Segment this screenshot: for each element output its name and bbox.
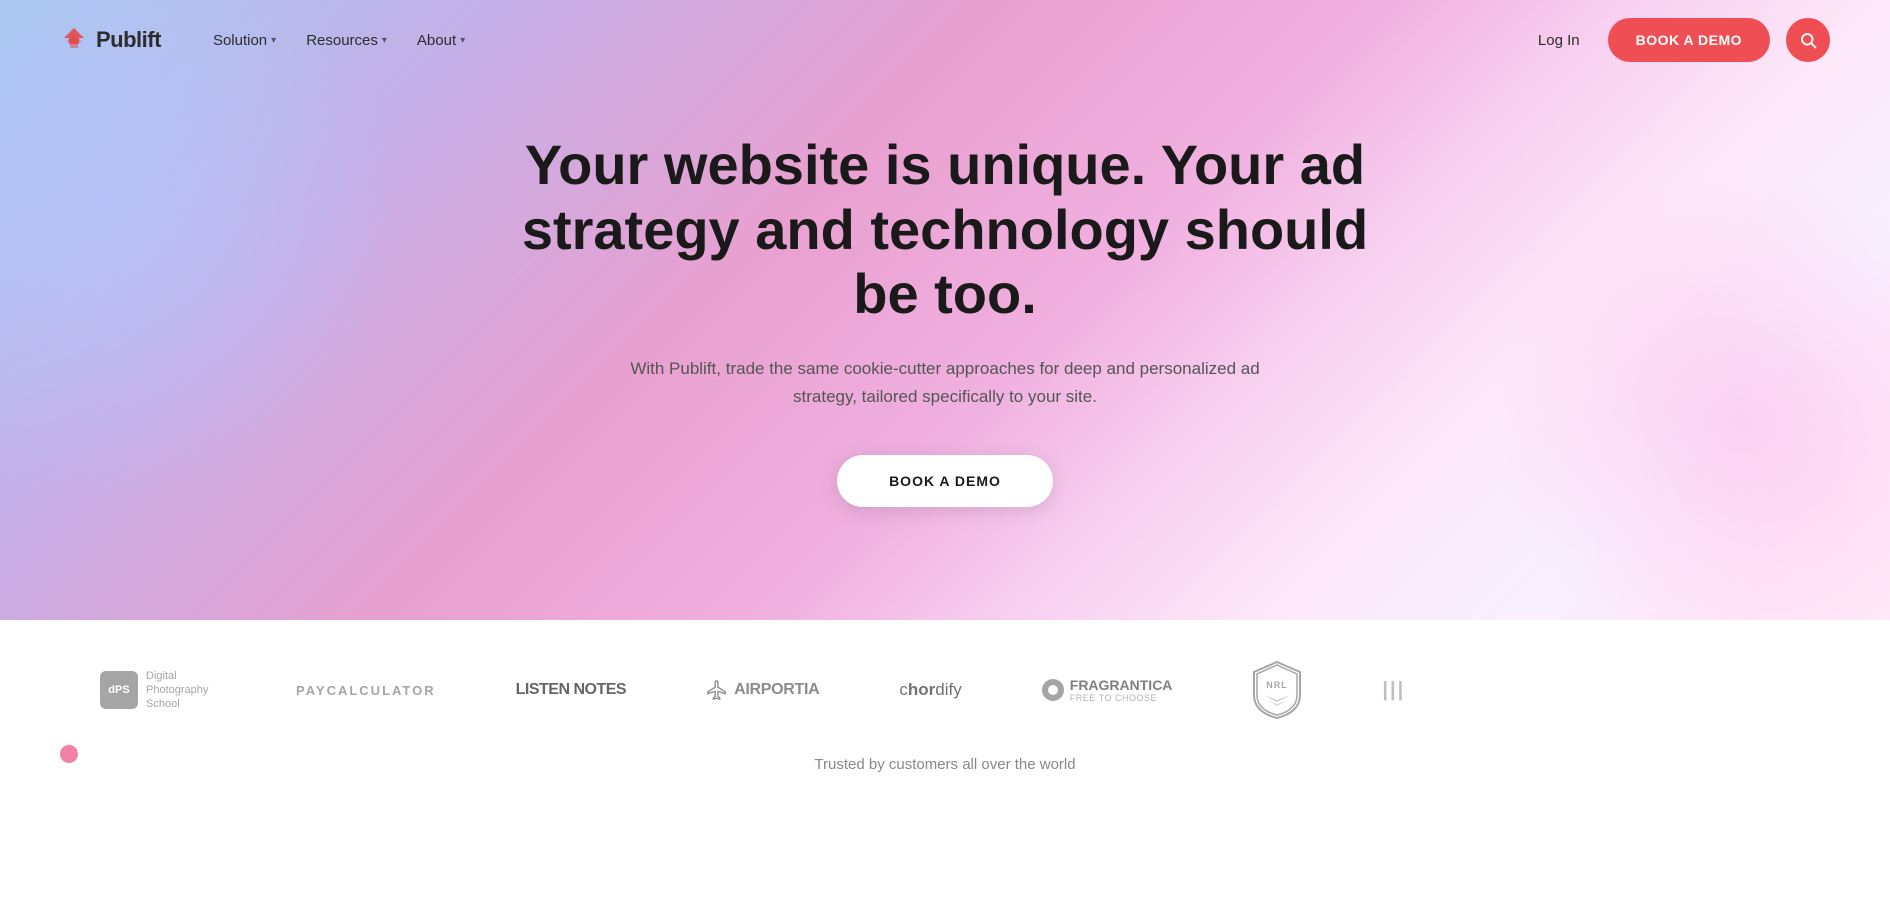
fragrantica-name: FRAGRANTICA	[1070, 677, 1173, 693]
nav-right: Log In BOOK A DEMO	[1526, 18, 1830, 62]
logo-airportia: AIRPORTIA	[666, 679, 859, 701]
logo-listennotes: LISTEN NOTES	[476, 681, 666, 699]
logo-link[interactable]: Publift	[60, 26, 161, 54]
listennotes-text: LISTEN NOTES	[516, 681, 626, 699]
publift-logo-icon	[60, 26, 88, 54]
dps-label: Digital Photography School	[146, 669, 216, 712]
paycalculator-text: PAYCALCULATOR	[296, 683, 436, 698]
fragrantica-logo-wrap: FRAGRANTICA FREE TO CHOOSE	[1042, 677, 1173, 703]
dps-icon: dPS	[100, 671, 138, 709]
search-button[interactable]	[1786, 18, 1830, 62]
logos-strip: dPS Digital Photography School PAYCALCUL…	[0, 620, 1890, 740]
nrl-shield-icon: NRL	[1252, 660, 1302, 720]
hero-title: Your website is unique. Your ad strategy…	[495, 133, 1395, 326]
navigation: Publift Solution ▾ Resources ▾ About ▾ L…	[0, 0, 1890, 80]
bars-logo: |||	[1382, 679, 1405, 702]
brand-name: Publift	[96, 27, 161, 53]
hero-cta-button[interactable]: BOOK A DEMO	[837, 455, 1053, 507]
nav-links: Solution ▾ Resources ▾ About ▾	[201, 24, 1526, 57]
logo-nrl: NRL	[1212, 660, 1342, 720]
decorative-pink-dot	[60, 745, 78, 763]
nav-solution[interactable]: Solution ▾	[201, 24, 288, 57]
svg-text:NRL: NRL	[1267, 680, 1289, 690]
fragrantica-tagline: FREE TO CHOOSE	[1070, 693, 1173, 703]
fragrantica-circle-icon	[1042, 679, 1064, 701]
logo-dps: dPS Digital Photography School	[60, 669, 256, 712]
nav-resources[interactable]: Resources ▾	[294, 24, 399, 57]
logo-chordify: chordify	[859, 680, 1001, 700]
logo-paycalculator: PAYCALCULATOR	[256, 683, 476, 698]
airportia-text: AIRPORTIA	[734, 681, 819, 699]
chevron-down-icon: ▾	[460, 35, 465, 46]
airportia-logo-wrap: AIRPORTIA	[706, 679, 819, 701]
logo-fragrantica: FRAGRANTICA FREE TO CHOOSE	[1002, 677, 1213, 703]
search-icon	[1799, 31, 1817, 49]
trusted-text: Trusted by customers all over the world	[0, 740, 1890, 803]
hero-subtitle: With Publift, trade the same cookie-cutt…	[605, 355, 1285, 411]
logos-section: dPS Digital Photography School PAYCALCUL…	[0, 620, 1890, 813]
hero-section: Your website is unique. Your ad strategy…	[0, 0, 1890, 620]
chevron-down-icon: ▾	[382, 35, 387, 46]
chordify-text: chordify	[899, 680, 961, 700]
airportia-plane-icon	[706, 679, 728, 701]
login-link[interactable]: Log In	[1526, 24, 1592, 57]
nav-about[interactable]: About ▾	[405, 24, 477, 57]
chevron-down-icon: ▾	[271, 35, 276, 46]
nav-book-demo-button[interactable]: BOOK A DEMO	[1608, 18, 1770, 62]
logo-unknown: |||	[1342, 679, 1445, 702]
